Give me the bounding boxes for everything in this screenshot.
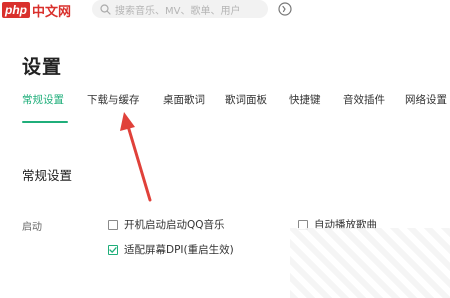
tab-download-cache[interactable]: 下载与缓存 <box>87 92 140 107</box>
startup-label: 启动 <box>22 222 42 233</box>
dpi-label: 适配屏幕DPI(重启生效) <box>124 244 234 256</box>
logo[interactable]: php 中文网 <box>0 0 82 20</box>
tab-network[interactable]: 网络设置 <box>405 92 447 107</box>
search-placeholder: 搜索音乐、MV、歌单、用户 <box>115 5 241 17</box>
tab-general[interactable]: 常规设置 <box>22 92 64 107</box>
logo-php-text: php <box>2 2 30 18</box>
autostart-label: 开机启动启动QQ音乐 <box>124 219 225 231</box>
active-tab-indicator <box>22 121 68 123</box>
autostart-option[interactable]: 开机启动启动QQ音乐 <box>108 217 225 232</box>
settings-tabs: 常规设置 下载与缓存 桌面歌词 歌词面板 快捷键 音效插件 网络设置 <box>0 92 450 114</box>
logo-cn-text: 中文网 <box>32 4 72 20</box>
tab-shortcuts[interactable]: 快捷键 <box>289 92 321 107</box>
voice-icon[interactable] <box>278 1 292 16</box>
search-input[interactable]: 搜索音乐、MV、歌单、用户 <box>92 0 268 18</box>
dpi-option[interactable]: 适配屏幕DPI(重启生效) <box>108 242 234 257</box>
page-title: 设置 <box>22 56 63 78</box>
tab-sound-plugins[interactable]: 音效插件 <box>343 92 385 107</box>
watermark-patch <box>290 228 450 298</box>
section-title: 常规设置 <box>22 168 73 183</box>
check-icon <box>109 246 117 253</box>
tab-desktop-lyrics[interactable]: 桌面歌词 <box>163 92 205 107</box>
dpi-checkbox[interactable] <box>108 244 118 255</box>
tab-lyrics-panel[interactable]: 歌词面板 <box>225 92 267 107</box>
autostart-checkbox[interactable] <box>108 219 118 230</box>
search-icon <box>98 2 112 16</box>
